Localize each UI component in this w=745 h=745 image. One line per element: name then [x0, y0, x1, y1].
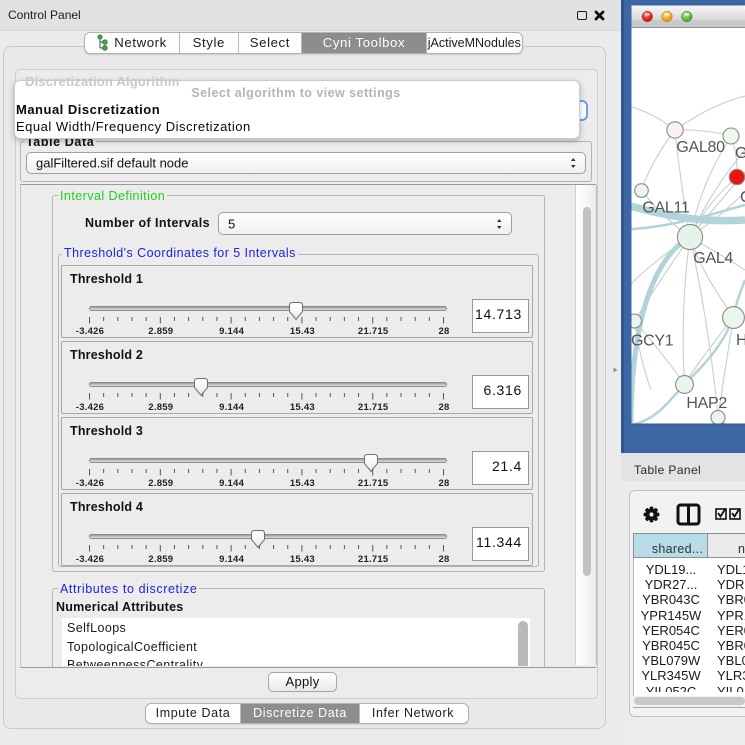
svg-text:G.: G.: [735, 145, 745, 162]
svg-text:C: C: [740, 189, 745, 206]
svg-text:GAL11: GAL11: [642, 200, 690, 217]
svg-text:GAL80: GAL80: [676, 139, 725, 156]
svg-text:GCY1: GCY1: [631, 333, 674, 350]
svg-text:GAL4: GAL4: [693, 250, 733, 267]
svg-text:HAP2: HAP2: [686, 395, 727, 412]
svg-text:H: H: [736, 332, 745, 349]
